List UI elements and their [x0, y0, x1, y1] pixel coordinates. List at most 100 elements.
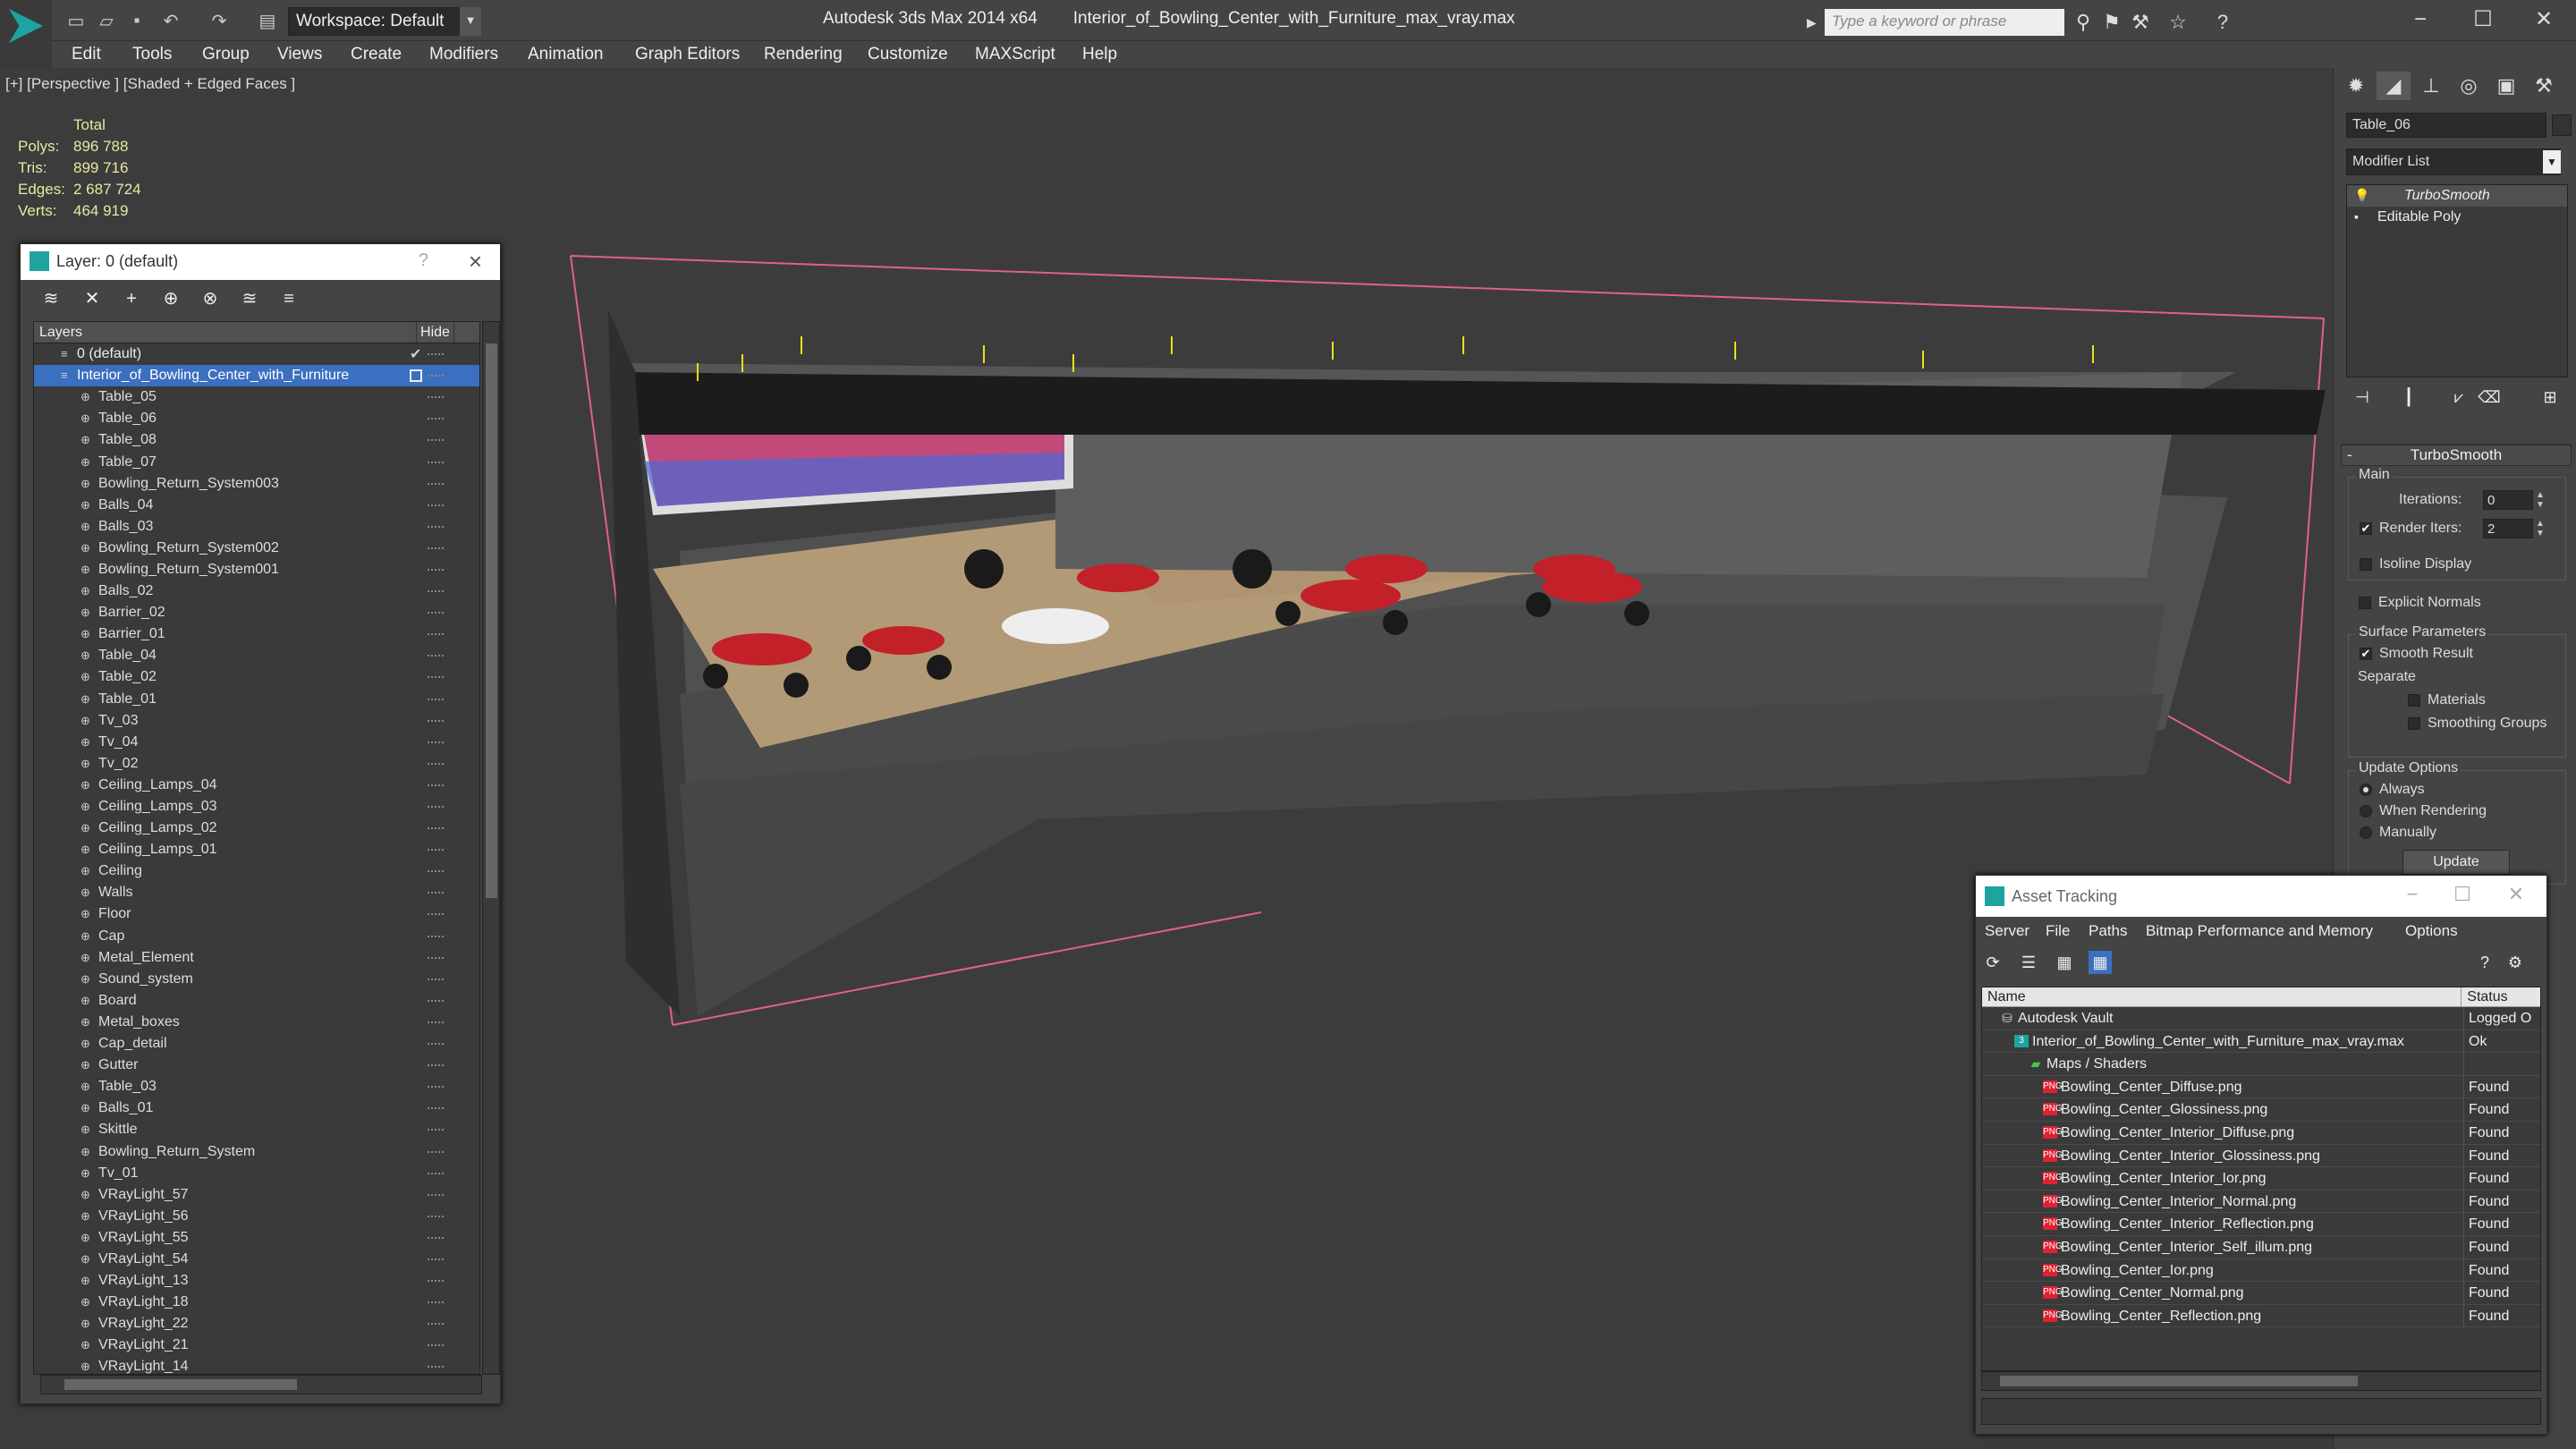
utilities-tab-icon[interactable]: ⚒: [2527, 72, 2561, 100]
hide-toggle[interactable]: [428, 1236, 444, 1239]
layer-object-row[interactable]: ⊕ Table_01: [34, 689, 479, 710]
stack-item-editable-poly[interactable]: ▪ Editable Poly: [2347, 207, 2567, 228]
layer-object-row[interactable]: ⊕ Ceiling_Lamps_03: [34, 796, 479, 818]
close-button[interactable]: ✕: [2517, 4, 2571, 36]
layer-object-row[interactable]: ⊕ Table_07: [34, 451, 479, 472]
render-iters-spinner[interactable]: 2: [2483, 519, 2533, 538]
asset-row[interactable]: PNG Bowling_Center_Ior.png Found: [1982, 1258, 2540, 1283]
open-file-icon[interactable]: ▱: [93, 7, 120, 34]
hide-toggle[interactable]: [428, 762, 444, 765]
search-input[interactable]: Type a keyword or phrase: [1825, 9, 2064, 36]
asset-path-field[interactable]: [1981, 1398, 2541, 1425]
asset-row[interactable]: PNG Bowling_Center_Reflection.png Found: [1982, 1304, 2540, 1328]
layer-object-row[interactable]: ⊕ Ceiling_Lamps_04: [34, 775, 479, 796]
layer-object-row[interactable]: ⊕ Table_05: [34, 386, 479, 408]
hide-toggle[interactable]: [428, 482, 444, 485]
layer-object-row[interactable]: ⊕ Table_02: [34, 666, 479, 688]
column-hide[interactable]: Hide: [417, 322, 454, 343]
layer-object-row[interactable]: ⊕ Barrier_02: [34, 602, 479, 623]
subscription-icon[interactable]: ⚑: [2098, 9, 2125, 36]
chevron-down-icon[interactable]: ▼: [2543, 150, 2561, 174]
turbosmooth-rollout-title[interactable]: - TurboSmooth: [2341, 445, 2572, 466]
hide-toggle[interactable]: [428, 1021, 444, 1023]
layer-object-row[interactable]: ⊕ Sound_system: [34, 969, 479, 990]
hide-toggle[interactable]: [428, 676, 444, 679]
hide-toggle[interactable]: [428, 525, 444, 528]
stack-item-turbosmooth[interactable]: 💡 TurboSmooth: [2347, 185, 2567, 207]
hide-toggle[interactable]: [428, 1064, 444, 1067]
hide-toggle[interactable]: [428, 784, 444, 786]
hide-toggle[interactable]: [428, 913, 444, 916]
menu-bitmap-performance[interactable]: Bitmap Performance and Memory: [2146, 922, 2373, 940]
layer-dialog-titlebar[interactable]: Layer: 0 (default) ? ×: [21, 244, 500, 280]
close-button[interactable]: ✕: [2498, 883, 2534, 910]
layer-object-row[interactable]: ⊕ Walls: [34, 882, 479, 903]
minimize-button[interactable]: −: [2394, 4, 2447, 36]
hide-toggle[interactable]: [428, 418, 444, 420]
iterations-spinner[interactable]: 0: [2483, 490, 2533, 510]
help-icon[interactable]: ?: [2209, 9, 2236, 36]
asset-row[interactable]: 3 Interior_of_Bowling_Center_with_Furnitu…: [1982, 1030, 2540, 1054]
smooth-result-checkbox[interactable]: ✔: [2360, 648, 2372, 660]
save-file-icon[interactable]: ▪: [123, 7, 150, 34]
minimize-button[interactable]: −: [2394, 883, 2430, 910]
lightbulb-icon[interactable]: 💡: [2354, 188, 2369, 203]
hide-toggle[interactable]: [428, 1107, 444, 1110]
layer-object-row[interactable]: ⊕ Table_03: [34, 1076, 479, 1097]
layer-object-row[interactable]: ⊕ VRayLight_21: [34, 1335, 479, 1356]
asset-row[interactable]: PNG Bowling_Center_Interior_Reflection.pn…: [1982, 1213, 2540, 1236]
menu-graph-editors[interactable]: Graph Editors: [635, 45, 740, 64]
create-tab-icon[interactable]: ✹: [2339, 72, 2373, 100]
hide-toggle[interactable]: [428, 1258, 444, 1260]
layer-object-row[interactable]: ⊕ Table_08: [34, 429, 479, 451]
hide-toggle[interactable]: [428, 1129, 444, 1131]
current-layer-check-icon[interactable]: ✔: [410, 345, 421, 363]
maximize-button[interactable]: ☐: [2445, 883, 2480, 910]
horizontal-scrollbar[interactable]: [40, 1375, 482, 1394]
hide-toggle[interactable]: [428, 504, 444, 506]
workspace-select[interactable]: Workspace: Default: [288, 7, 481, 36]
hide-toggle[interactable]: [428, 999, 444, 1002]
vertical-scrollbar[interactable]: [482, 321, 500, 1375]
asset-row[interactable]: PNG Bowling_Center_Diffuse.png Found: [1982, 1075, 2540, 1099]
asset-row[interactable]: ▰ Maps / Shaders: [1982, 1053, 2540, 1076]
menu-group[interactable]: Group: [202, 45, 250, 64]
remove-modifier-icon[interactable]: ⌫: [2477, 388, 2502, 411]
hide-toggle[interactable]: [428, 612, 444, 614]
undo-icon[interactable]: ↶: [157, 7, 184, 34]
hide-toggle[interactable]: [428, 375, 444, 377]
modify-tab-icon[interactable]: ◢: [2377, 72, 2411, 100]
hide-toggle[interactable]: [428, 892, 444, 894]
column-status[interactable]: Status: [2462, 987, 2540, 1006]
layer-object-row[interactable]: ⊕ Bowling_Return_System001: [34, 559, 479, 580]
maximize-button[interactable]: ☐: [2456, 4, 2510, 36]
horizontal-scrollbar[interactable]: [1981, 1371, 2541, 1391]
layer-object-row[interactable]: ⊕ Table_04: [34, 645, 479, 666]
hide-toggle[interactable]: [428, 353, 444, 356]
hide-toggle[interactable]: [428, 396, 444, 399]
chevron-right-icon[interactable]: ▶: [1807, 9, 1823, 36]
menu-options[interactable]: Options: [2405, 922, 2458, 940]
menu-edit[interactable]: Edit: [72, 45, 101, 64]
hide-toggle[interactable]: [428, 1086, 444, 1089]
isoline-display-checkbox[interactable]: [2360, 558, 2372, 571]
menu-rendering[interactable]: Rendering: [764, 45, 843, 64]
menu-customize[interactable]: Customize: [868, 45, 948, 64]
asset-row[interactable]: PNG Bowling_Center_Interior_Normal.png Fou…: [1982, 1190, 2540, 1214]
hide-toggle[interactable]: [428, 806, 444, 809]
hide-toggle[interactable]: [428, 1043, 444, 1046]
layer-object-row[interactable]: ⊕ Cap_detail: [34, 1033, 479, 1055]
update-button[interactable]: Update: [2402, 850, 2510, 875]
always-radio[interactable]: [2360, 784, 2372, 796]
hierarchy-tab-icon[interactable]: ⊥: [2414, 72, 2448, 100]
layer-object-row[interactable]: ⊕ Metal_boxes: [34, 1012, 479, 1033]
menu-help[interactable]: Help: [1082, 45, 1117, 64]
create-layer-icon[interactable]: ≋: [38, 287, 64, 310]
favorites-star-icon[interactable]: ☆: [2165, 9, 2191, 36]
layer-object-row[interactable]: ⊕ Table_06: [34, 408, 479, 429]
layer-object-row[interactable]: ⊕ Tv_04: [34, 732, 479, 753]
asset-tracking-titlebar[interactable]: Asset Tracking − ☐ ✕: [1976, 876, 2546, 917]
menu-animation[interactable]: Animation: [528, 45, 604, 64]
layer-row-default[interactable]: ≡ 0 (default) ✔: [34, 343, 479, 365]
hide-toggle[interactable]: [428, 1172, 444, 1174]
